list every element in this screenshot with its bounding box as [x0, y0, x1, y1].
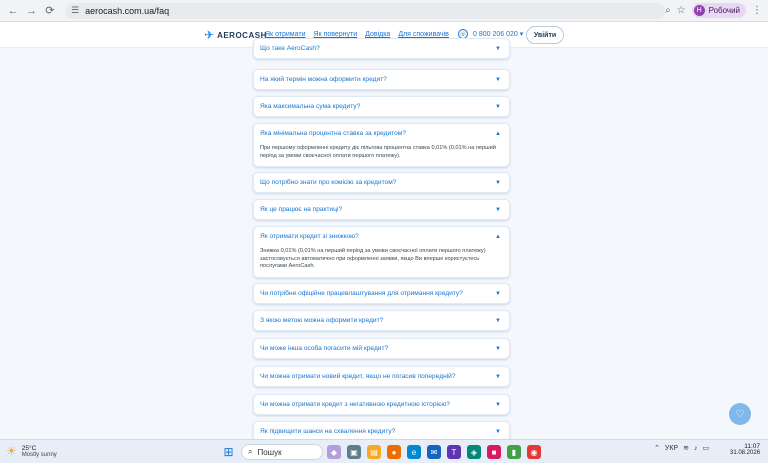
language-indicator[interactable]: УКР — [665, 445, 678, 452]
faq-answer: Знижка 0,01% (0,01% на перший період за … — [260, 248, 486, 269]
faq-item-expanded[interactable]: Яка мінімальна процентна ставка за креди… — [253, 123, 510, 167]
chevron-down-icon[interactable]: ▼ — [495, 291, 501, 297]
faq-item[interactable]: Що таке AeroCash? ▼ — [253, 38, 510, 59]
chevron-down-icon[interactable]: ▼ — [495, 402, 501, 408]
chevron-up-icon[interactable]: ⌃ — [654, 444, 660, 452]
search-icon: ⌕ — [248, 447, 253, 456]
system-tray: ⌃ УКР ≋ ♪ ▭ — [654, 444, 709, 453]
phone-number: 0 800 206 020 — [473, 30, 518, 38]
profile-label: Робочий — [708, 6, 741, 15]
clock-date: 31.08.2026 — [730, 450, 761, 456]
back-icon[interactable]: ← — [6, 3, 20, 19]
mail-app-icon[interactable]: ✉ — [427, 445, 441, 459]
profile-avatar: Н — [693, 5, 705, 16]
chevron-down-icon[interactable]: ▼ — [495, 104, 501, 110]
chevron-down-icon[interactable]: ▼ — [495, 429, 501, 435]
chevron-down-icon[interactable]: ▼ — [495, 180, 501, 186]
faq-answer: При першому оформленні кредиту діє пільг… — [260, 145, 496, 159]
file-explorer-icon[interactable]: ▤ — [367, 445, 381, 459]
faq-question: Чи потрібне офіційне працевлаштування дл… — [260, 290, 463, 297]
faq-question: Що потрібно знати про комісію за кредито… — [260, 179, 397, 186]
faq-question: На який термін можна оформити кредит? — [260, 76, 387, 83]
clock-time: 11:07 — [744, 443, 761, 450]
nav-link-for-consumers[interactable]: Для споживачів — [398, 31, 449, 38]
volume-icon[interactable]: ♪ — [694, 445, 698, 452]
chevron-down-icon[interactable]: ▼ — [495, 374, 501, 380]
chevron-down-icon[interactable]: ▼ — [495, 77, 501, 83]
chat-icon[interactable]: ♡ — [729, 403, 751, 425]
address-bar[interactable]: ☰ aerocash.com.ua/faq — [65, 2, 666, 19]
chevron-down-icon[interactable]: ▼ — [495, 207, 501, 213]
faq-item[interactable]: Чи можна отримати новий кредит, якщо не … — [253, 366, 510, 387]
chevron-down-icon[interactable]: ▼ — [495, 46, 501, 52]
site-info-icon[interactable]: ☰ — [71, 5, 79, 16]
faq-question: Як отримати кредит зі знижкою? — [260, 233, 359, 240]
taskbar-search[interactable]: ⌕ Пошук — [241, 444, 323, 460]
edge-browser-icon[interactable]: e — [407, 445, 421, 459]
faq-question: Яка максимальна сума кредиту? — [260, 103, 361, 110]
faq-question: Чи можна отримати новий кредит, якщо не … — [260, 373, 456, 380]
widgets-app-icon[interactable]: ◆ — [327, 445, 341, 459]
reload-icon[interactable]: ⟳ — [43, 3, 57, 19]
clock[interactable]: 11:07 31.08.2026 — [730, 443, 760, 456]
profile-button[interactable]: Н Робочий — [691, 3, 747, 18]
chevron-up-icon[interactable]: ▲ — [495, 234, 501, 240]
url-text: aerocash.com.ua/faq — [85, 5, 170, 16]
faq-item-expanded[interactable]: Як отримати кредит зі знижкою? ▲ Знижка 0… — [253, 226, 510, 278]
taskbar-apps: ◆ ▣ ▤ ● e ✉ T ◈ ■ ▮ ◉ — [327, 445, 541, 459]
faq-question: Чи можна отримати кредит з негативною кр… — [260, 401, 450, 408]
faq-item[interactable]: Яка максимальна сума кредиту? ▼ — [253, 96, 510, 117]
faq-item[interactable]: Чи можна отримати кредит з негативною кр… — [253, 394, 510, 415]
store-app-icon[interactable]: ◈ — [467, 445, 481, 459]
weather-desc: Mostly sunny — [21, 451, 57, 458]
faq-item[interactable]: На який термін можна оформити кредит? ▼ — [253, 69, 510, 90]
chevron-up-icon[interactable]: ▲ — [495, 131, 501, 137]
wifi-icon[interactable]: ≋ — [683, 444, 689, 452]
browser-toolbar: ← → ⟳ ☰ aerocash.com.ua/faq ⌕ ☆ Н Робочи… — [0, 0, 768, 22]
faq-item[interactable]: Як це працює на практиці? ▼ — [253, 199, 510, 220]
bookmark-star-icon[interactable]: ☆ — [677, 5, 686, 16]
taskbar-search-label: Пошук — [257, 447, 282, 457]
zoom-icon[interactable]: ⌕ — [665, 5, 671, 16]
chevron-down-icon: ▾ — [519, 31, 524, 38]
faq-question: З якою метою можна оформити кредит? — [260, 317, 384, 324]
main-nav: Як отримати Як повернути Довідка Для спо… — [265, 31, 449, 38]
faq-question: Як підвищити шанси на схвалення кредиту? — [260, 428, 396, 435]
phone-link-icon[interactable]: ▮ — [507, 445, 521, 459]
weather-widget[interactable]: ☀ 25°C Mostly sunny — [6, 444, 57, 458]
chrome-browser-icon[interactable]: ◉ — [527, 445, 541, 459]
faq-item[interactable]: Що потрібно знати про комісію за кредито… — [253, 172, 510, 193]
nav-link-help[interactable]: Довідка — [365, 31, 390, 38]
menu-dots-icon[interactable]: ⋮ — [752, 5, 762, 16]
faq-item[interactable]: Чи потрібне офіційне працевлаштування дл… — [253, 283, 510, 304]
faq-question: Яка мінімальна процентна ставка за креди… — [260, 130, 406, 137]
nav-link-how-to-get[interactable]: Як отримати — [265, 31, 305, 38]
teams-app-icon[interactable]: T — [447, 445, 461, 459]
login-button[interactable]: Увійти — [526, 26, 564, 44]
faq-question: Чи може інша особа погасити мій кредит? — [260, 345, 389, 352]
task-view-icon[interactable]: ▣ — [347, 445, 361, 459]
app-icon[interactable]: ● — [387, 445, 401, 459]
weather-temp: 25°C — [21, 444, 37, 452]
forward-icon[interactable]: → — [24, 3, 38, 19]
taskbar: ☀ 25°C Mostly sunny ⊞ ⌕ Пошук ◆ ▣ ▤ ● e … — [0, 439, 768, 463]
faq-question: Як це працює на практиці? — [260, 206, 343, 213]
windows-start-icon[interactable]: ⊞ — [222, 445, 235, 459]
chevron-down-icon[interactable]: ▼ — [495, 318, 501, 324]
sun-icon: ☀ — [6, 444, 17, 458]
nav-link-how-to-return[interactable]: Як повернути — [313, 31, 357, 38]
faq-question: Що таке AeroCash? — [260, 45, 320, 52]
chevron-down-icon[interactable]: ▼ — [495, 346, 501, 352]
faq-item[interactable]: Чи може інша особа погасити мій кредит? ▼ — [253, 338, 510, 359]
app-icon[interactable]: ■ — [487, 445, 501, 459]
faq-item[interactable]: З якою метою можна оформити кредит? ▼ — [253, 310, 510, 331]
battery-icon[interactable]: ▭ — [702, 444, 709, 452]
plane-logo-icon: ✈ — [204, 28, 215, 42]
